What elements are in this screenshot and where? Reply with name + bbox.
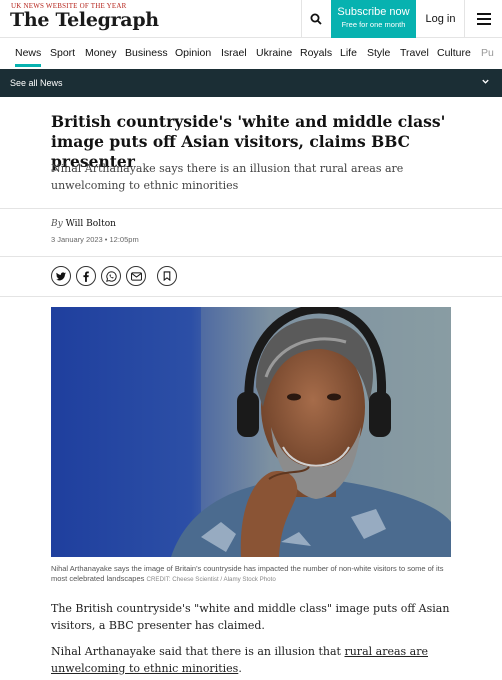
subscribe-button[interactable]: Subscribe now Free for one month [331, 0, 416, 38]
nav-item-news[interactable]: News [15, 47, 42, 67]
search-button[interactable] [302, 0, 330, 38]
publish-date: 3 January 2023 • 12:05pm [51, 235, 139, 244]
nav-item-money[interactable]: Money [85, 47, 117, 59]
share-email-button[interactable] [126, 266, 146, 286]
nav-item-ukraine[interactable]: Ukraine [256, 47, 292, 59]
divider [0, 256, 502, 257]
whatsapp-icon [105, 270, 117, 282]
nav-item-israel[interactable]: Israel [221, 47, 247, 59]
nav-item-royals[interactable]: Royals [300, 47, 332, 59]
paragraph-text: . [238, 662, 242, 675]
share-twitter-button[interactable] [51, 266, 71, 286]
facebook-icon [83, 270, 89, 282]
article-paragraph: The British countryside's "white and mid… [51, 602, 450, 632]
author-link[interactable]: Will Bolton [66, 219, 116, 229]
subscribe-label: Subscribe now [337, 6, 410, 18]
subscribe-offer: Free for one month [341, 20, 406, 29]
photo-credit: CREDIT: Cheese Scientist / Alamy Stock P… [146, 576, 276, 583]
menu-button[interactable] [465, 0, 502, 38]
nav-item-business[interactable]: Business [125, 47, 168, 59]
nav-item-sport[interactable]: Sport [50, 47, 75, 59]
nav-item-travel[interactable]: Travel [400, 47, 429, 59]
nav-item-life[interactable]: Life [340, 47, 357, 59]
byline-prefix: By [51, 219, 63, 229]
share-whatsapp-button[interactable] [101, 266, 121, 286]
divider [0, 296, 502, 297]
site-header: UK NEWS WEBSITE OF THE YEAR The Telegrap… [0, 0, 502, 38]
portrait-photo [51, 307, 451, 557]
nav-item-puzzles[interactable]: Pu [481, 47, 494, 59]
email-icon [130, 271, 142, 281]
nav-item-style[interactable]: Style [367, 47, 390, 59]
bookmark-icon [163, 271, 171, 281]
article-standfirst: Nihal Arthanayake says there is an illus… [51, 162, 404, 192]
see-all-news-bar[interactable]: See all News [0, 69, 502, 97]
divider [0, 208, 502, 209]
nav-item-opinion[interactable]: Opinion [175, 47, 211, 59]
paragraph-text: Nihal Arthanayake said that there is an … [51, 645, 345, 658]
save-bookmark-button[interactable] [157, 266, 177, 286]
telegraph-logo[interactable]: The Telegraph [10, 9, 159, 31]
article-paragraph: Nihal Arthanayake said that there is an … [51, 643, 461, 677]
search-icon [310, 13, 322, 25]
byline: By Will Bolton [51, 219, 116, 229]
login-button[interactable]: Log in [417, 0, 464, 38]
twitter-icon [56, 271, 66, 280]
nav-item-culture[interactable]: Culture [437, 47, 471, 59]
section-nav: News Sport Money Business Opinion Israel… [0, 39, 502, 68]
chevron-down-icon [482, 79, 489, 84]
photo-caption: Nihal Arthanayake says the image of Brit… [51, 564, 451, 585]
hamburger-menu-icon [476, 13, 491, 25]
share-facebook-button[interactable] [76, 266, 96, 286]
article-lead-photo [51, 307, 451, 557]
see-all-news-label: See all News [10, 78, 63, 88]
